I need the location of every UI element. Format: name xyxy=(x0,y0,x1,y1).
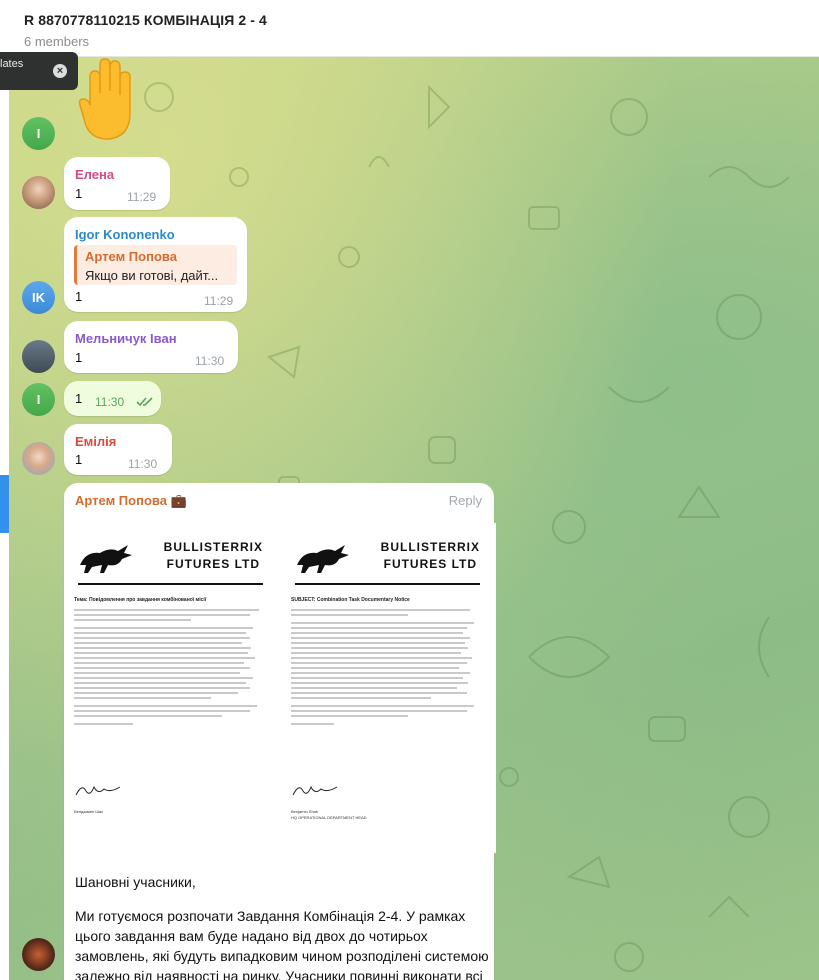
avatar-initials-i[interactable]: I xyxy=(22,117,55,150)
toast-text: lates xyxy=(0,58,24,70)
company-logo: BULLISTERRIX FUTURES LTD xyxy=(295,535,480,585)
double-check-icon xyxy=(136,397,153,407)
document-post-bubble[interactable]: Артем Попова 💼 Reply BULLISTERRIX FUTURE… xyxy=(64,483,496,980)
message-bubble[interactable]: Емілія 1 11:30 xyxy=(64,424,172,475)
chat-title: R 8870778110215 КОМБІНАЦІЯ 2 - 4 xyxy=(24,12,267,28)
message-time: 11:30 xyxy=(128,457,158,471)
avatar-artem[interactable] xyxy=(22,938,55,971)
notification-toast: lates × xyxy=(0,52,78,90)
sender-name[interactable]: Igor Kononenko xyxy=(75,227,175,242)
document-subject: Тема: Повідомлення про завдання комбінов… xyxy=(74,597,207,603)
reply-quote[interactable]: Артем Попова Якщо ви готові, дайт... xyxy=(74,245,237,285)
avatar-initials-ik[interactable]: IK xyxy=(22,281,55,314)
message-time: 11:30 xyxy=(195,354,225,368)
brand-line-1: BULLISTERRIX xyxy=(380,540,480,554)
document-body xyxy=(74,609,269,728)
bull-logo-icon xyxy=(80,545,132,573)
message-text: 1 xyxy=(75,350,83,365)
raised-hand-sticker xyxy=(78,58,131,140)
sender-name[interactable]: Елена xyxy=(75,167,114,182)
active-chat-indicator xyxy=(0,475,9,533)
chat-header[interactable]: R 8870778110215 КОМБІНАЦІЯ 2 - 4 6 membe… xyxy=(0,0,819,57)
message-bubble[interactable]: Мельничук Іван 1 11:30 xyxy=(64,321,238,373)
sender-name[interactable]: Артем Попова 💼 xyxy=(75,493,187,509)
avatar-elena[interactable] xyxy=(22,176,55,209)
brand-line-2: FUTURES LTD xyxy=(166,557,261,571)
document-subject: SUBJECT: Combination Task Documentary No… xyxy=(291,597,410,603)
close-toast-icon[interactable]: × xyxy=(53,64,67,78)
document-signer-block: Benjamin Shah HQ OPERATIONAL DEPARTMENT … xyxy=(291,809,367,821)
reply-text: Якщо ви готові, дайт... xyxy=(85,268,219,283)
document-body xyxy=(291,609,486,728)
chat-list-edge xyxy=(0,57,9,980)
own-message-bubble[interactable]: 1 11:30 xyxy=(64,381,161,416)
avatar-initials-i[interactable]: I xyxy=(22,383,55,416)
document-image-english[interactable]: BULLISTERRIX FUTURES LTD SUBJECT: Combin… xyxy=(281,523,496,853)
member-count: 6 members xyxy=(24,34,90,49)
document-signer: Бенджамін Шах xyxy=(74,809,104,814)
message-bubble[interactable]: Елена 1 11:29 xyxy=(64,157,170,210)
post-caption-body: Ми готуємося розпочати Завдання Комбінац… xyxy=(75,908,489,980)
message-text: 1 xyxy=(75,289,83,304)
sender-name[interactable]: Емілія xyxy=(75,434,116,449)
message-bubble[interactable]: Igor Kononenko Артем Попова Якщо ви гото… xyxy=(64,217,247,312)
message-time: 11:29 xyxy=(127,190,157,204)
company-logo: BULLISTERRIX FUTURES LTD xyxy=(78,535,263,585)
avatar-emilia[interactable] xyxy=(22,442,55,475)
message-time: 11:30 xyxy=(95,395,125,409)
bull-logo-icon xyxy=(297,545,349,573)
reply-button[interactable]: Reply xyxy=(449,493,482,508)
signature-icon xyxy=(292,785,338,796)
sender-name[interactable]: Мельничук Іван xyxy=(75,331,177,346)
avatar-melnychuk[interactable] xyxy=(22,340,55,373)
brand-line-1: BULLISTERRIX xyxy=(163,540,263,554)
reply-author: Артем Попова xyxy=(85,249,177,264)
message-text: 1 xyxy=(75,186,83,201)
brand-line-2: FUTURES LTD xyxy=(383,557,478,571)
document-image-ukrainian[interactable]: BULLISTERRIX FUTURES LTD Тема: Повідомле… xyxy=(64,523,279,853)
document-signer-role: HQ OPERATIONAL DEPARTMENT HEAD xyxy=(291,815,367,820)
message-text: 1 xyxy=(75,391,83,406)
message-time: 11:29 xyxy=(204,294,234,308)
signature-icon xyxy=(75,785,121,796)
message-text: 1 xyxy=(75,452,83,467)
post-caption-greeting: Шановні учасники, xyxy=(75,874,196,890)
